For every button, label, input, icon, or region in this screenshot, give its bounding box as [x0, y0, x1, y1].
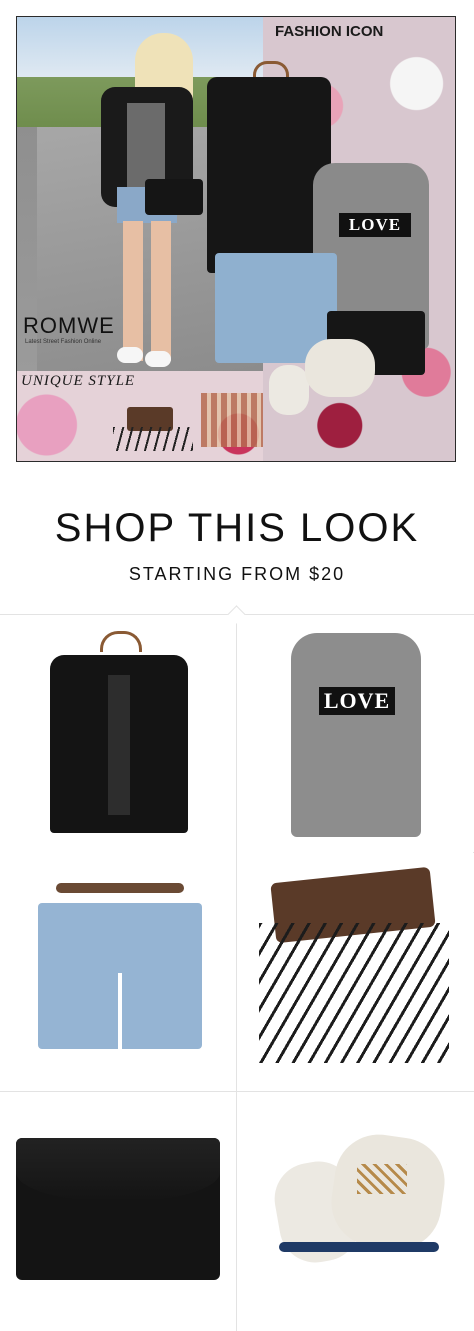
product-card-jacket[interactable] [0, 615, 236, 853]
product-card-brushes[interactable] [237, 853, 473, 1091]
romwe-tagline: Latest Street Fashion Online [25, 339, 102, 345]
jacket-lining [108, 675, 130, 815]
tee-image [291, 633, 421, 837]
model-legs [123, 221, 171, 361]
tee-love-print: LOVE [319, 687, 395, 715]
shop-this-look-title: SHOP THIS LOOK [54, 506, 420, 550]
product-card-shorts[interactable] [0, 853, 236, 1091]
starting-price: STARTING FROM $20 [128, 564, 346, 584]
shorts-leg-gap [118, 973, 122, 1049]
cosmetics [201, 393, 263, 447]
romwe-logo: ROMWE [23, 313, 115, 338]
hanger-icon [56, 883, 184, 893]
collage-hanger [253, 61, 289, 78]
hanger-icon [100, 631, 142, 652]
sneaker-laces [357, 1164, 407, 1194]
product-card-sneakers[interactable] [237, 1092, 473, 1330]
outfit-collage[interactable]: ROMWE Latest Street Fashion Online FASHI… [16, 16, 456, 462]
collage-tee-text: LOVE [339, 213, 411, 237]
model-sneaker-right [145, 351, 171, 367]
brushes-image [259, 923, 449, 1063]
clutch-flap [16, 1138, 220, 1202]
product-card-clutch[interactable] [0, 1092, 236, 1330]
collage-shoe-left [269, 365, 309, 415]
model-sneaker-left [117, 347, 143, 363]
fashion-icon-title: FASHION ICON [275, 23, 384, 40]
product-grid: LOVE [0, 605, 474, 1331]
makeup-brushes [113, 427, 193, 451]
unique-style-title: UNIQUE STYLE [21, 373, 136, 389]
product-card-tee[interactable]: LOVE [237, 615, 473, 853]
collage-shoe-right [305, 339, 375, 397]
model-bag [145, 179, 203, 215]
sneaker-sole-stripe [279, 1242, 439, 1252]
